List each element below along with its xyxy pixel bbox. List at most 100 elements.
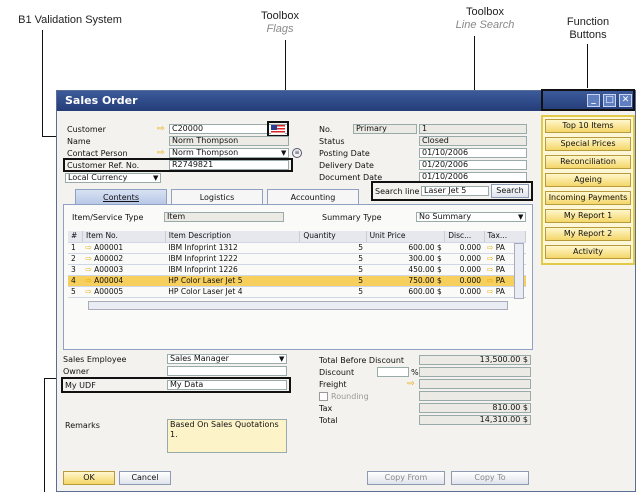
status-field[interactable]: Closed (419, 136, 527, 146)
link-arrow-icon[interactable]: ⇨ (487, 243, 496, 252)
discount-pct-field[interactable] (377, 367, 409, 377)
link-arrow-icon[interactable]: ⇨ (487, 265, 496, 274)
function-button-2[interactable]: Reconciliation (545, 155, 631, 169)
unit-price-cell[interactable]: 600.00 $ (366, 242, 445, 254)
discount-amount-field[interactable] (419, 367, 531, 377)
freight-link-arrow-icon[interactable]: ⇨ (407, 380, 417, 389)
quantity-cell[interactable]: 5 (299, 286, 367, 298)
cancel-button[interactable]: Cancel (119, 471, 171, 485)
unit-price-cell[interactable]: 450.00 $ (366, 264, 445, 276)
discount-cell[interactable]: 0.000 (444, 275, 485, 287)
ok-button[interactable]: OK (63, 471, 115, 485)
summary-type-select[interactable]: No Summary (416, 212, 526, 222)
table-row[interactable]: 2 ⇨ A00002 IBM Infoprint 1222 5 300.00 $0.00… (68, 253, 526, 265)
discount-cell[interactable]: 0.000 (444, 286, 485, 298)
item-desc-cell[interactable]: IBM Infoprint 1312 (165, 242, 300, 254)
quantity-cell[interactable]: 5 (299, 264, 367, 276)
col-header[interactable]: Disc... (444, 231, 485, 243)
function-button-4[interactable]: Incoming Payments (545, 191, 631, 205)
col-header[interactable]: Tax... (484, 231, 527, 243)
function-button-6[interactable]: My Report 2 (545, 227, 631, 241)
quantity-cell-text: 5 (358, 253, 364, 263)
quantity-cell[interactable]: 5 (299, 275, 367, 287)
tax-field[interactable]: 810.00 $ (419, 403, 531, 413)
row-number[interactable]: 3 (68, 264, 83, 276)
col-header[interactable]: Item Description (165, 231, 301, 243)
currency-select[interactable]: Local Currency (65, 173, 161, 183)
no-field[interactable]: 1 (419, 124, 527, 134)
quantity-cell[interactable]: 5 (299, 253, 367, 265)
item-desc-cell[interactable]: HP Color Laser Jet 5 (165, 275, 300, 287)
function-button-3[interactable]: Ageing (545, 173, 631, 187)
function-button-0[interactable]: Top 10 Items (545, 119, 631, 133)
freight-field[interactable] (419, 379, 531, 389)
col-header[interactable]: Quantity (299, 231, 367, 243)
tax-code-cell-text: PA (495, 253, 505, 263)
owner-field[interactable] (167, 366, 287, 376)
unit-price-cell[interactable]: 300.00 $ (366, 253, 445, 265)
delivery-field[interactable]: 01/20/2006 (419, 160, 527, 170)
item-no-cell[interactable]: ⇨ A00004 (82, 275, 166, 287)
link-arrow-icon[interactable]: ⇨ (85, 254, 94, 263)
item-no-cell[interactable]: ⇨ A00003 (82, 264, 166, 276)
row-number[interactable]: 2 (68, 253, 83, 265)
rounding-checkbox[interactable] (319, 392, 328, 401)
table-row[interactable]: 4 ⇨ A00004 HP Color Laser Jet 5 5 750.00 $0.… (68, 275, 526, 287)
summary-dropdown-icon[interactable]: ▼ (518, 213, 523, 221)
no-series-select[interactable]: Primary (353, 124, 417, 134)
link-arrow-icon[interactable]: ⇨ (487, 276, 496, 285)
unit-price-cell[interactable]: 750.00 $ (366, 275, 445, 287)
discount-cell[interactable]: 0.000 (444, 242, 485, 254)
name-field[interactable]: Norm Thompson (169, 136, 289, 146)
col-header[interactable]: # (68, 231, 84, 243)
col-header[interactable]: Item No. (82, 231, 166, 243)
col-header[interactable]: Unit Price (366, 231, 446, 243)
function-button-7[interactable]: Activity (545, 245, 631, 259)
currency-dropdown-icon[interactable]: ▼ (153, 174, 158, 182)
sales-employee-select[interactable]: Sales Manager (167, 354, 287, 364)
item-desc-cell[interactable]: IBM Infoprint 1226 (165, 264, 300, 276)
link-arrow-icon[interactable]: ⇨ (85, 287, 94, 296)
posting-field[interactable]: 01/10/2006 (419, 148, 527, 158)
rounding-field[interactable] (419, 391, 531, 401)
item-no-cell[interactable]: ⇨ A00005 (82, 286, 166, 298)
contact-menu-icon[interactable]: ≡ (292, 148, 302, 158)
remarks-field[interactable]: Based On Sales Quotations 1. (167, 419, 287, 453)
discount-cell[interactable]: 0.000 (444, 264, 485, 276)
unit-price-cell[interactable]: 600.00 $ (366, 286, 445, 298)
row-number[interactable]: 5 (68, 286, 83, 298)
contact-dropdown-icon[interactable]: ▼ (281, 149, 286, 157)
table-row[interactable]: 1 ⇨ A00001 IBM Infoprint 1312 5 600.00 $0.00… (68, 242, 526, 254)
horizontal-scrollbar[interactable] (88, 301, 508, 310)
table-row[interactable]: 3 ⇨ A00003 IBM Infoprint 1226 5 450.00 $0.00… (68, 264, 526, 276)
item-no-cell[interactable]: ⇨ A00002 (82, 253, 166, 265)
customer-link-arrow-icon[interactable]: ⇨ (157, 125, 167, 134)
item-desc-cell[interactable]: IBM Infoprint 1222 (165, 253, 300, 265)
copy-to-button[interactable]: Copy To (451, 471, 529, 485)
total-field[interactable]: 14,310.00 $ (419, 415, 531, 425)
link-arrow-icon[interactable]: ⇨ (85, 243, 94, 252)
discount-cell[interactable]: 0.000 (444, 253, 485, 265)
link-arrow-icon[interactable]: ⇨ (85, 265, 94, 274)
row-number[interactable]: 4 (68, 275, 83, 287)
tab-contents[interactable]: Contents (75, 189, 167, 205)
table-row[interactable]: 5 ⇨ A00005 HP Color Laser Jet 4 5 600.00 $0.… (68, 286, 526, 298)
tab-accounting[interactable]: Accounting (267, 189, 359, 205)
sales-employee-dropdown-icon[interactable]: ▼ (279, 355, 284, 363)
item-type-field[interactable]: Item (164, 212, 284, 222)
copy-from-button[interactable]: Copy From (367, 471, 445, 485)
function-button-5[interactable]: My Report 1 (545, 209, 631, 223)
link-arrow-icon[interactable]: ⇨ (85, 276, 94, 285)
contact-select[interactable]: Norm Thompson (169, 148, 289, 158)
row-number[interactable]: 1 (68, 242, 83, 254)
total-before-discount-field[interactable]: 13,500.00 $ (419, 355, 531, 365)
vertical-scrollbar[interactable] (514, 243, 524, 299)
quantity-cell[interactable]: 5 (299, 242, 367, 254)
contact-link-arrow-icon[interactable]: ⇨ (157, 149, 167, 158)
tab-logistics[interactable]: Logistics (171, 189, 263, 205)
link-arrow-icon[interactable]: ⇨ (487, 254, 496, 263)
function-button-1[interactable]: Special Prices (545, 137, 631, 151)
link-arrow-icon[interactable]: ⇨ (487, 287, 496, 296)
item-desc-cell[interactable]: HP Color Laser Jet 4 (165, 286, 300, 298)
item-no-cell[interactable]: ⇨ A00001 (82, 242, 166, 254)
